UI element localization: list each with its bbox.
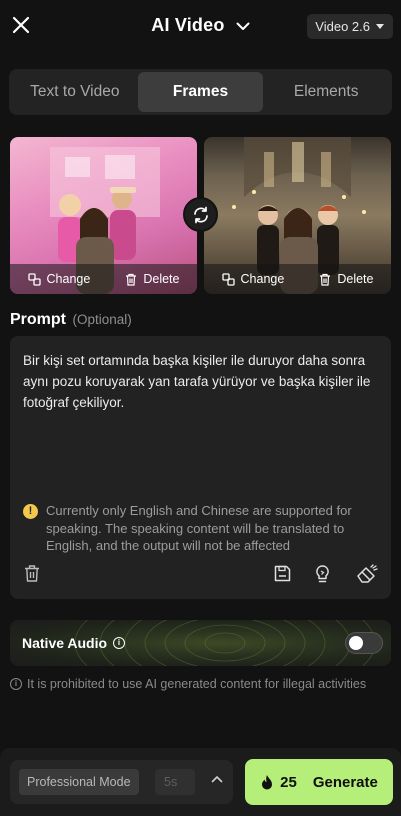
generate-label: Generate bbox=[312, 773, 378, 791]
header: AI Video Video 2.6 bbox=[0, 0, 401, 54]
end-frame-image[interactable]: Change Delete bbox=[204, 137, 391, 294]
change-label: Change bbox=[240, 272, 285, 286]
tab-elements[interactable]: Elements bbox=[263, 72, 389, 112]
save-icon bbox=[274, 565, 291, 582]
toggle-knob bbox=[349, 636, 363, 650]
native-audio-label: Native Audio bbox=[22, 635, 108, 651]
model-version-dropdown[interactable]: Video 2.6 bbox=[307, 14, 393, 39]
change-image-icon bbox=[221, 272, 235, 286]
chevron-down-icon bbox=[236, 22, 250, 30]
start-frame-image[interactable]: Change Delete bbox=[10, 137, 197, 294]
lightbulb-icon bbox=[316, 565, 329, 583]
clear-prompt-button[interactable] bbox=[23, 564, 43, 584]
trash-icon bbox=[126, 273, 137, 286]
change-label: Change bbox=[46, 272, 91, 286]
swap-frames-button[interactable] bbox=[183, 197, 218, 232]
duration-selector[interactable]: 5s bbox=[155, 769, 195, 795]
mode-selector[interactable]: Professional Mode bbox=[19, 769, 139, 795]
tab-text-to-video[interactable]: Text to Video bbox=[12, 72, 138, 112]
prompt-textarea[interactable]: Bir kişi set ortamında başka kişiler ile… bbox=[10, 336, 391, 599]
warning-icon: ! bbox=[23, 504, 38, 519]
start-frame-delete-button[interactable]: Delete bbox=[125, 272, 179, 286]
prompt-ideas-button[interactable] bbox=[313, 564, 333, 584]
start-frame-actions: Change Delete bbox=[10, 264, 197, 294]
prompt-heading: Prompt (Optional) bbox=[10, 311, 132, 329]
language-warning: ! Currently only English and Chinese are… bbox=[23, 502, 383, 555]
usage-notice: i It is prohibited to use AI generated c… bbox=[10, 676, 370, 693]
credit-cost: 25 bbox=[280, 773, 297, 791]
swap-icon bbox=[193, 206, 208, 223]
page-title: AI Video bbox=[151, 15, 225, 35]
flame-icon bbox=[262, 774, 273, 789]
trash-icon bbox=[25, 565, 39, 582]
chevron-up-icon[interactable] bbox=[211, 775, 223, 783]
native-audio-row: Native Audio i bbox=[10, 620, 391, 666]
usage-notice-text: It is prohibited to use AI generated con… bbox=[27, 677, 367, 691]
tab-frames[interactable]: Frames bbox=[137, 72, 264, 112]
save-prompt-button[interactable] bbox=[273, 564, 293, 584]
trash-icon bbox=[320, 273, 331, 286]
prompt-toolbar bbox=[23, 564, 378, 584]
eraser-icon bbox=[357, 564, 378, 583]
start-frame-change-button[interactable]: Change bbox=[27, 272, 91, 286]
info-icon[interactable]: i bbox=[113, 637, 126, 649]
delete-label: Delete bbox=[337, 272, 374, 286]
info-icon: i bbox=[10, 678, 22, 690]
change-image-icon bbox=[27, 272, 41, 286]
native-audio-label-group: Native Audio i bbox=[22, 635, 126, 651]
generation-settings[interactable]: Professional Mode 5s bbox=[10, 760, 233, 804]
end-frame-change-button[interactable]: Change bbox=[221, 272, 285, 286]
mode-tabs: Text to Video Frames Elements bbox=[9, 69, 392, 115]
prompt-enhance-button[interactable] bbox=[355, 564, 379, 584]
generate-button[interactable]: 25 Generate bbox=[245, 759, 393, 805]
end-frame-actions: Change Delete bbox=[204, 264, 391, 294]
bottom-bar: Professional Mode 5s 25 Generate bbox=[0, 748, 401, 816]
prompt-optional-label: (Optional) bbox=[72, 312, 132, 327]
end-frame-delete-button[interactable]: Delete bbox=[319, 272, 373, 286]
caret-down-icon bbox=[376, 24, 384, 29]
delete-label: Delete bbox=[143, 272, 180, 286]
warning-text: Currently only English and Chinese are s… bbox=[46, 503, 352, 553]
model-version-label: Video 2.6 bbox=[315, 19, 370, 34]
native-audio-toggle[interactable] bbox=[345, 632, 383, 654]
prompt-label: Prompt bbox=[10, 311, 66, 328]
prompt-text[interactable]: Bir kişi set ortamında başka kişiler ile… bbox=[23, 350, 378, 413]
